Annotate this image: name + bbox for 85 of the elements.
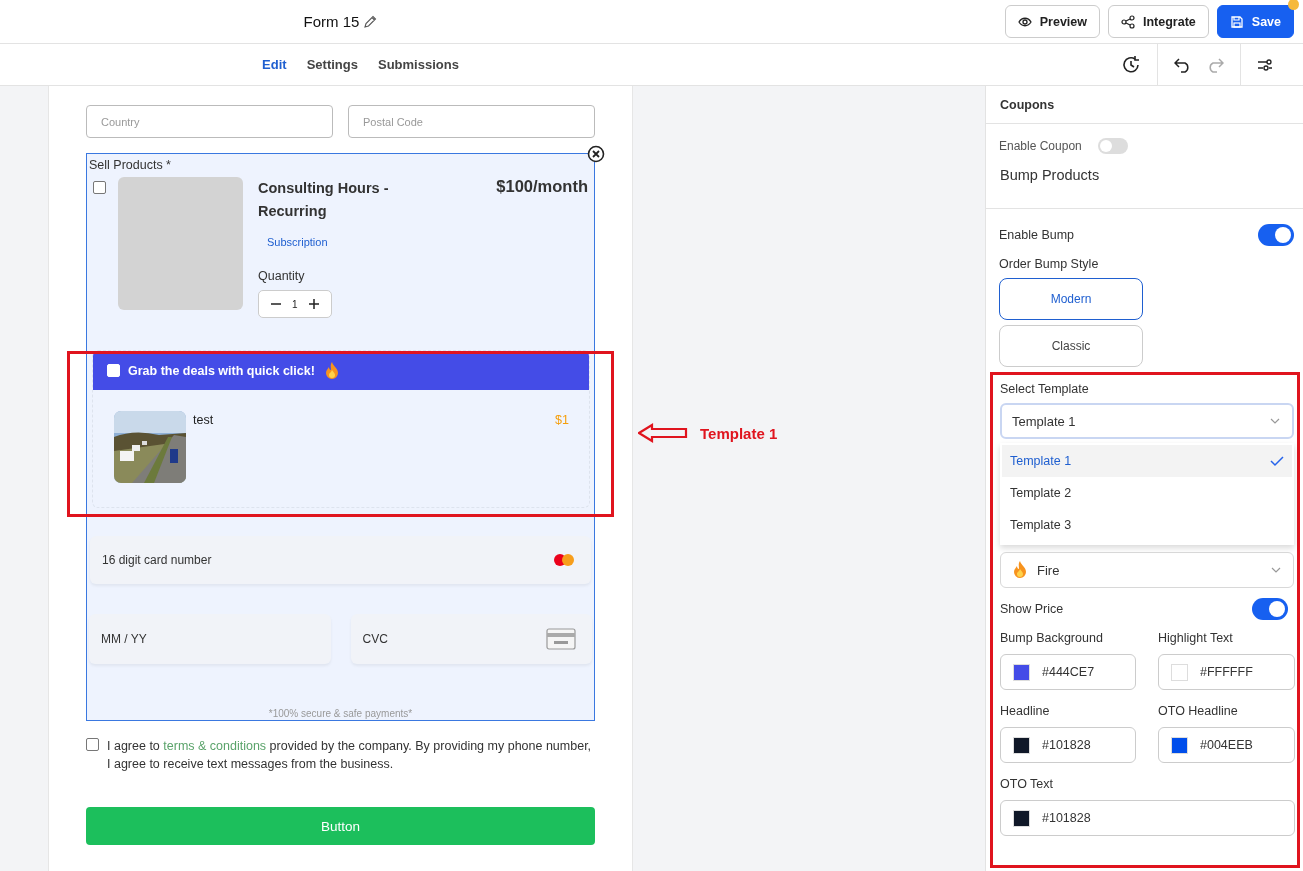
select-value: Fire [1037, 562, 1061, 578]
product-name: Consulting Hours - Recurring [258, 179, 390, 221]
credit-card-icon [546, 628, 576, 650]
checkbox[interactable] [86, 738, 99, 751]
dropdown-option[interactable]: Template 2 [1002, 477, 1292, 509]
dropdown-option[interactable]: Template 3 [1002, 509, 1292, 541]
placeholder-text: 16 digit card number [102, 553, 212, 567]
field-label: OTO Headline [1158, 704, 1239, 718]
checkmark-icon [1270, 455, 1284, 467]
color-swatch[interactable] [1171, 736, 1188, 754]
field-label: Select Template [1000, 382, 1090, 396]
color-value: #004EEB [1200, 738, 1253, 752]
bump-product-name: test [193, 413, 214, 427]
toggle-label: Show Price [1000, 602, 1064, 616]
secure-note: *100% secure & safe payments* [267, 708, 414, 720]
expiry-field[interactable]: MM / YY [89, 614, 331, 664]
color-value: #101828 [1042, 811, 1091, 825]
card-brand-icon [553, 553, 575, 567]
toggle-switch[interactable] [1097, 138, 1128, 154]
placeholder-text: CVC [362, 632, 388, 646]
quantity-stepper[interactable]: 1 [258, 290, 332, 318]
pencil-icon [363, 14, 378, 29]
tab[interactable]: Edit [262, 57, 287, 72]
share-icon [1121, 14, 1135, 29]
product-price: $100/month [496, 177, 588, 197]
color-field[interactable]: #444CE7 [1000, 654, 1136, 690]
consent-text: I agree to terms & conditions provided by the company. By providing my phone number, I agree to receive text messages from the business. [107, 738, 593, 773]
color-field[interactable]: #004EEB [1158, 727, 1295, 763]
plus-icon [307, 298, 320, 310]
color-field[interactable]: #101828 [1000, 800, 1295, 836]
integrate-button[interactable]: Integrate [1108, 5, 1209, 38]
select-value: Template 1 [1012, 413, 1076, 429]
undo-icon [1174, 56, 1192, 73]
form-title: Form 15 [303, 13, 360, 30]
redo-icon [1206, 56, 1224, 73]
tab[interactable]: Settings [306, 57, 358, 72]
color-value: #FFFFFF [1200, 665, 1253, 679]
cvc-field[interactable]: CVC [350, 614, 592, 664]
icon-select[interactable]: Fire [1000, 552, 1294, 588]
placeholder-text: MM / YY [101, 632, 147, 646]
tab[interactable]: Submissions [377, 57, 459, 72]
toggle-label: Enable Coupon [999, 139, 1082, 153]
sliders-icon [1257, 57, 1273, 72]
close-icon [587, 145, 605, 163]
field-label: Order Bump Style [998, 256, 1100, 271]
annotation-label: Template 1 [700, 424, 778, 442]
color-value: #101828 [1042, 738, 1091, 752]
section-title: Bump Products [1000, 167, 1100, 183]
field-label: Sell Products * [89, 158, 172, 172]
subscription-label: Subscription [267, 236, 328, 248]
quantity-value: 1 [292, 298, 298, 310]
dropdown-option[interactable]: Template 1 [1002, 445, 1292, 477]
style-option[interactable]: Classic [999, 325, 1143, 367]
color-swatch[interactable] [1013, 736, 1030, 754]
color-swatch[interactable] [1013, 809, 1030, 827]
field-label: Bump Background [1000, 631, 1104, 645]
text-field[interactable]: Postal Code [348, 105, 595, 138]
chevron-down-icon [1270, 418, 1280, 424]
color-field[interactable]: #FFFFFF [1158, 654, 1295, 690]
card-number-field[interactable]: 16 digit card number [90, 536, 591, 584]
toggle-switch[interactable] [1258, 224, 1294, 246]
field-label: Headline [1000, 704, 1051, 718]
section-title: Coupons [1000, 97, 1055, 112]
color-swatch[interactable] [1013, 663, 1030, 681]
field-label: OTO Text [1000, 777, 1055, 791]
quantity-label: Quantity [258, 269, 305, 283]
history-icon [1121, 54, 1141, 75]
save-button[interactable]: Save [1216, 5, 1294, 38]
bump-price: $1 [555, 413, 569, 427]
toggle-switch[interactable] [1252, 598, 1288, 620]
bump-headline: Grab the deals with quick click! [128, 363, 315, 378]
style-option[interactable]: Modern [999, 278, 1143, 320]
field-label: Highlight Text [1158, 631, 1234, 645]
template-select[interactable]: Template 1 [1000, 403, 1294, 439]
toggle-label: Enable Bump [999, 228, 1075, 242]
color-swatch[interactable] [1171, 663, 1188, 681]
text-field[interactable]: Country [86, 105, 333, 138]
checkbox[interactable] [93, 181, 106, 194]
chevron-down-icon [1271, 567, 1281, 573]
color-field[interactable]: #101828 [1000, 727, 1136, 763]
preview-button[interactable]: Preview [1004, 5, 1100, 38]
product-field-panel[interactable]: Sell Products * Consulting Hours - Recurring Subscription Quantity 1 $100/month Grab the deals with quick click! test $1 16 digit card number MM / YY CVC *100% secure & safe payments* [86, 153, 595, 721]
flame-icon [1011, 560, 1029, 580]
color-value: #444CE7 [1042, 665, 1095, 679]
arrow-icon [638, 423, 688, 443]
